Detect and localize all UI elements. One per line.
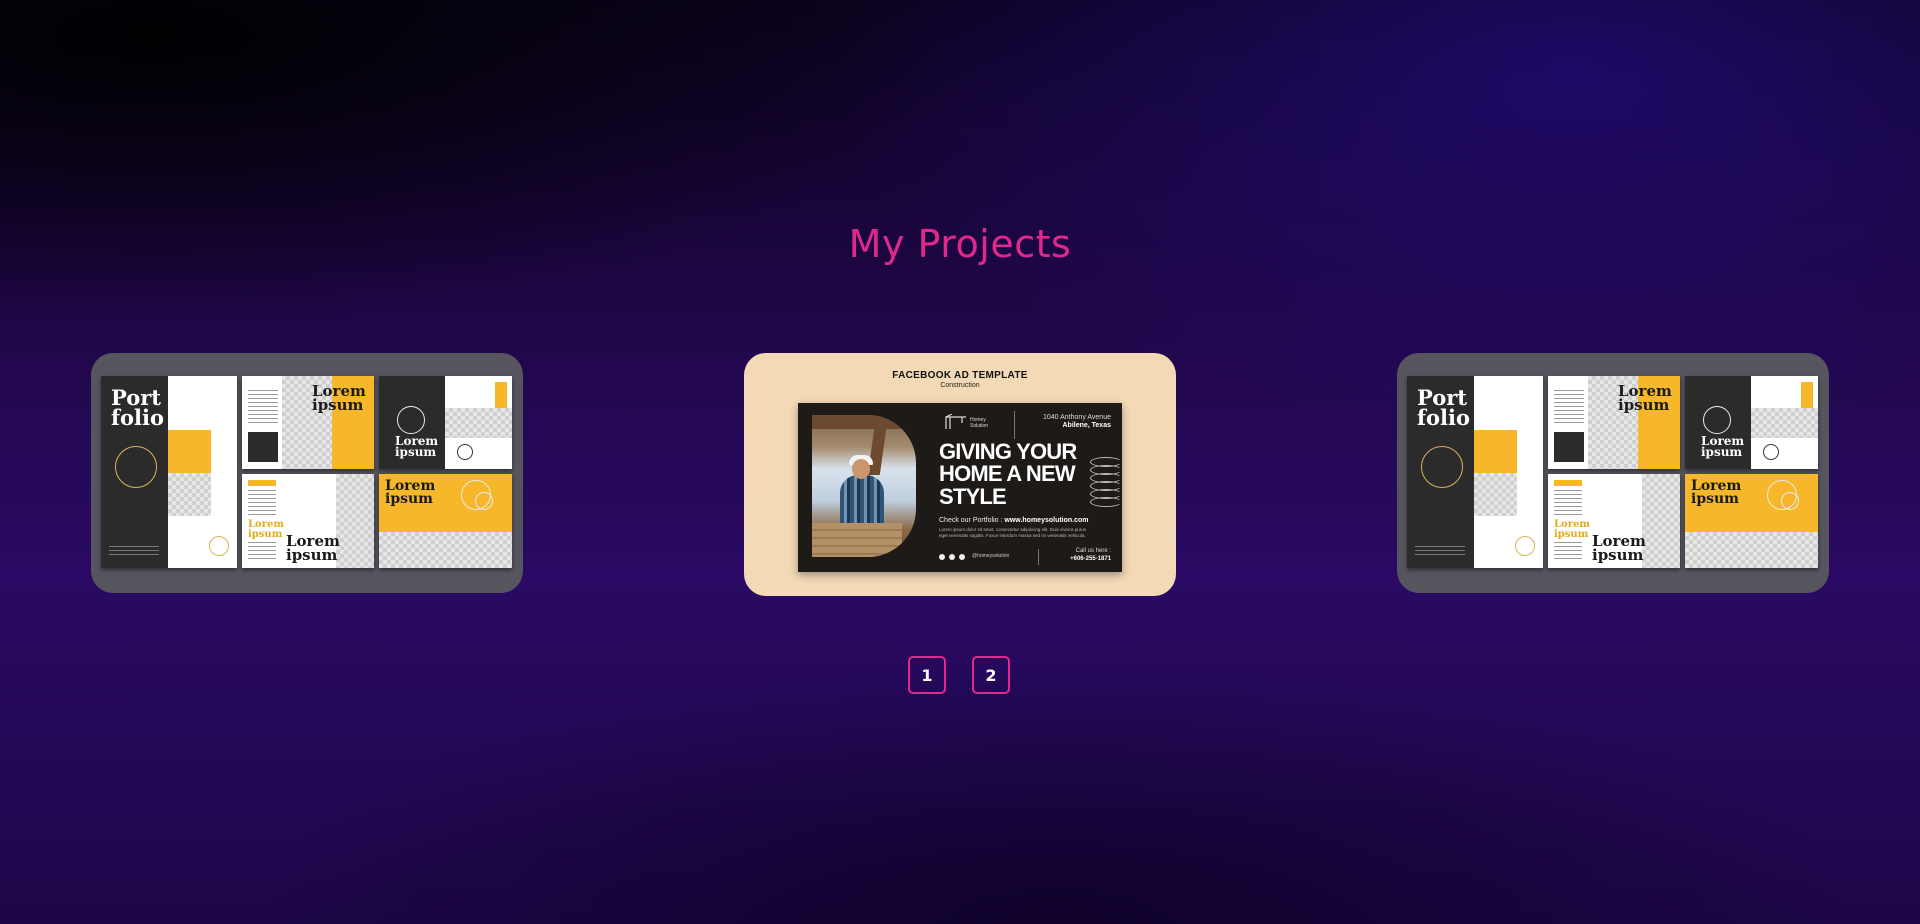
worker-photo <box>812 415 916 557</box>
section-title: My Projects <box>848 222 1072 266</box>
portfolio-mockup: Port folio Lorem ipsum Lorem ipsum Lorem… <box>101 376 512 568</box>
ad-address-line1: 1040 Anthony Avenue <box>1043 414 1111 421</box>
crane-logo-icon <box>945 414 966 429</box>
instagram-icon <box>949 554 955 560</box>
ad-template-subtitle: Construction <box>940 382 980 389</box>
project-card-portfolio-left[interactable]: Port folio Lorem ipsum Lorem ipsum Lorem… <box>91 353 523 593</box>
facebook-icon <box>939 554 945 560</box>
portfolio-cover-page: Port folio <box>101 376 237 568</box>
portfolio-spread-page: Lorem ipsum <box>1548 376 1680 469</box>
ad-portfolio-line: Check our Portfolio : www.homeysolution.… <box>939 517 1089 524</box>
project-card-facebook-ad[interactable]: FACEBOOK AD TEMPLATE Construction Homey … <box>744 353 1176 596</box>
facebook-ad-preview: Homey Solution 1040 Anthony Avenue Abile… <box>798 403 1122 572</box>
ad-phone: +606-255-1871 <box>1070 556 1111 562</box>
portfolio-headline: Lorem ipsum <box>312 382 366 415</box>
portfolio-spread-page: Lorem ipsum <box>379 474 512 568</box>
portfolio-spread-page: Lorem ipsum Lorem ipsum <box>1548 474 1680 568</box>
project-card-portfolio-right[interactable]: Port folio Lorem ipsum Lorem ipsum Lorem… <box>1397 353 1829 593</box>
portfolio-cover-page: Port folio <box>1407 376 1543 568</box>
twitter-icon <box>959 554 965 560</box>
portfolio-spread-page: Lorem ipsum <box>379 376 512 469</box>
portfolio-spread-page: Lorem ipsum Lorem ipsum <box>242 474 374 568</box>
portfolio-mockup: Port folio Lorem ipsum Lorem ipsum Lorem… <box>1407 376 1818 568</box>
ad-headline: GIVING YOUR HOME A NEW STYLE <box>939 439 1077 509</box>
pagination-page-1-button[interactable]: 1 <box>908 656 946 694</box>
ad-body-text: Lorem ipsum dolor sit amet, consectetur … <box>939 527 1087 538</box>
portfolio-spread-page: Lorem ipsum <box>1685 474 1818 568</box>
portfolio-spread-page: Lorem ipsum <box>242 376 374 469</box>
portfolio-spread-page: Lorem ipsum <box>1685 376 1818 469</box>
ad-social-handle: @homeysolution <box>972 553 1010 559</box>
ad-logo-text: Homey Solution <box>970 417 989 429</box>
portfolio-cover-title: Port folio <box>111 385 165 430</box>
pagination-page-2-button[interactable]: 2 <box>972 656 1010 694</box>
ad-address-line2: Abilene, Texas <box>1062 422 1111 429</box>
ad-template-title: FACEBOOK AD TEMPLATE <box>892 370 1028 381</box>
ad-call-label: Call us here : <box>1075 548 1111 554</box>
